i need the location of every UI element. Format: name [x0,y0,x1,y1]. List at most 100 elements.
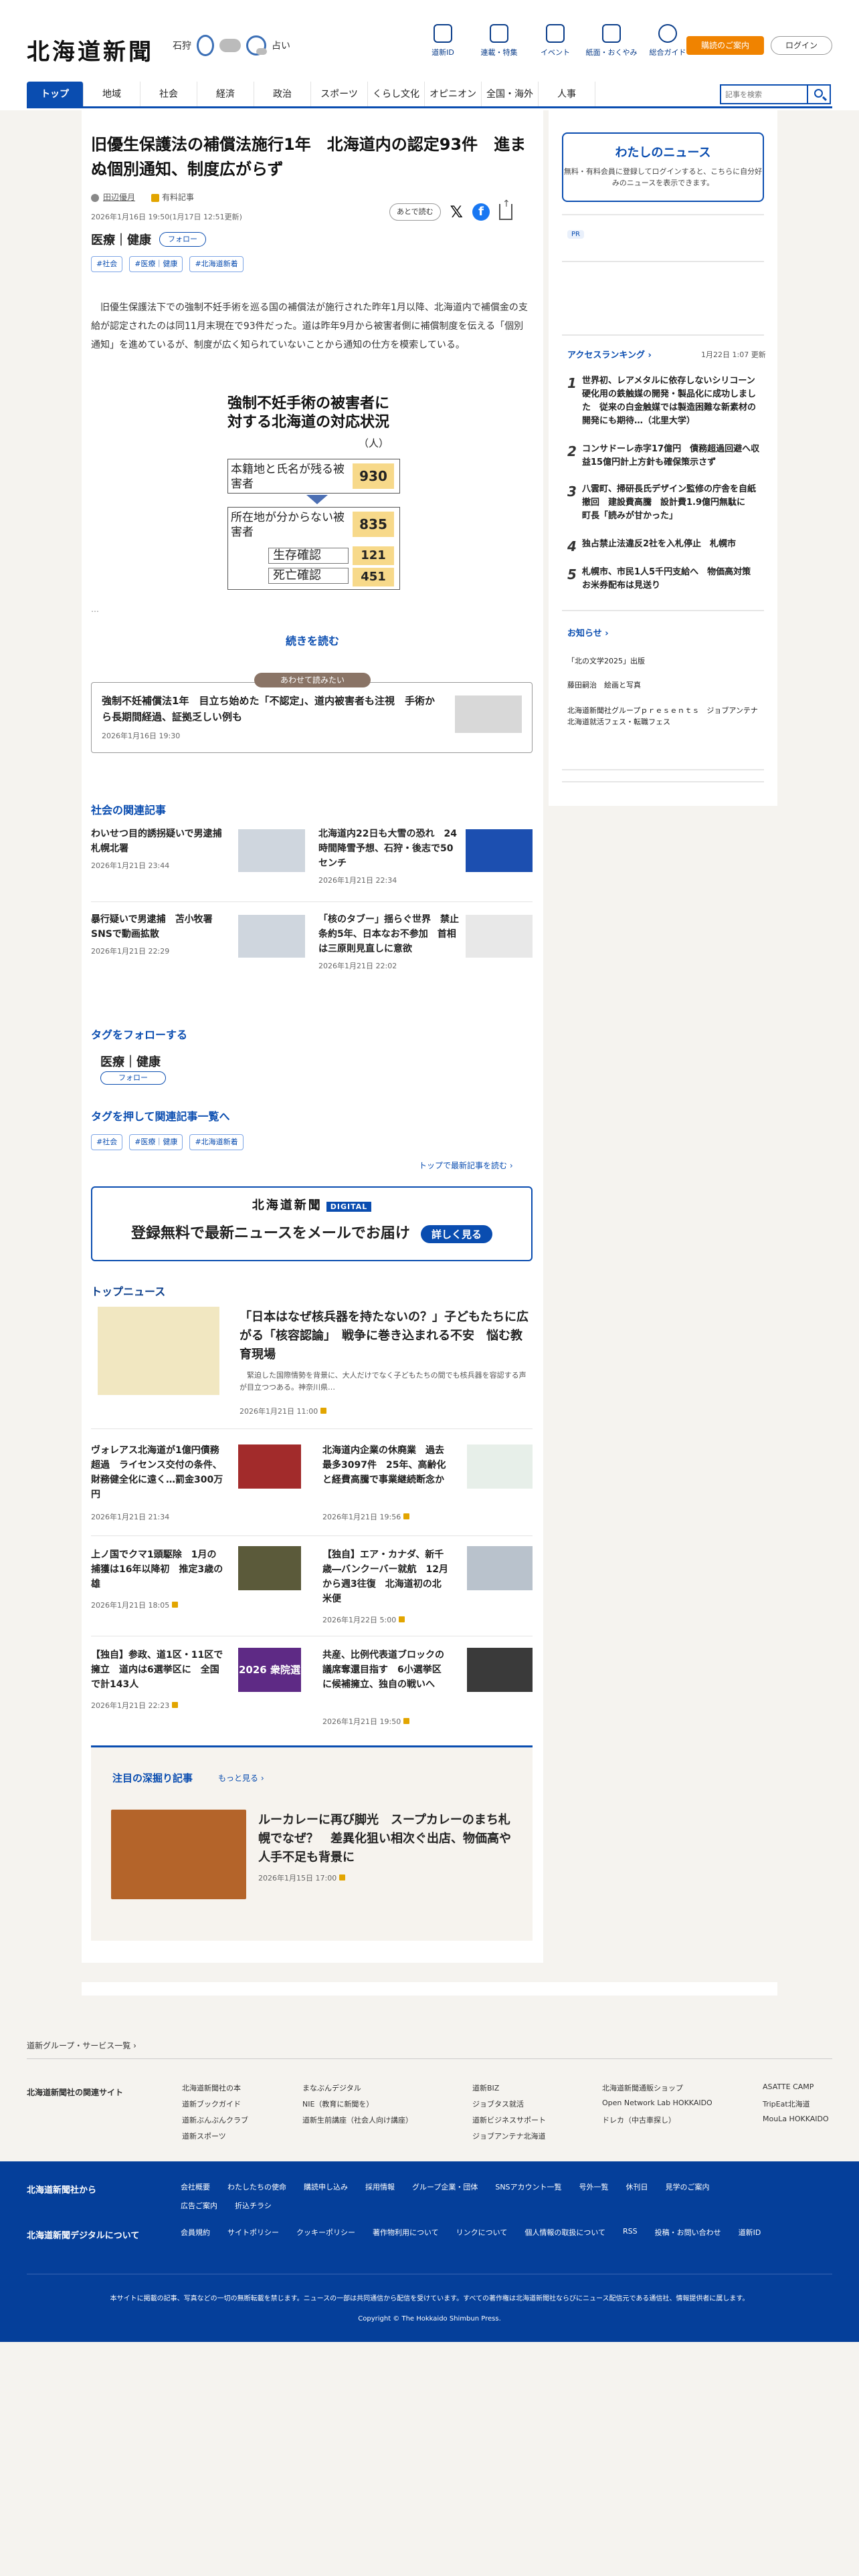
nav-top[interactable]: トップ [27,82,84,106]
footer-site-link[interactable]: 北海道新聞通販ショップ [602,2082,683,2093]
ranking-item[interactable]: 5 札幌市、市民1人5千円支給へ 物価高対策 お米券配布は見送り [567,566,763,593]
tag-medical[interactable]: #医療｜健康 [129,1134,183,1150]
top-news-item[interactable]: ヴォレアス北海道が1億円債務超過 ライセンス交付の条件、財務健全化に遠く…罰金3… [91,1443,225,1502]
ranking-item[interactable]: 3 八雲町、掃研長氏デザイン監修の庁舎を自紙撤回 建設費高騰 設計費1.9億円無駄… [567,483,763,523]
footer-site-link[interactable]: MouLa HOKKAIDO [763,2115,829,2123]
notice-item[interactable]: 「北の文学2025」出版 [567,655,763,667]
search-input[interactable] [720,84,807,104]
related-article[interactable]: 暴行疑いで男逮捕 苫小牧署 SNSで動画拡散 2026年1月21日 22:29 [91,912,305,958]
top-news-item[interactable]: 上ノ国でクマ1頭駆除 1月の捕獲は16年以降初 推定3歳の雄 [91,1547,225,1592]
top-news-thumbnail[interactable] [467,1648,533,1692]
group-services-link[interactable]: 道新グループ・サービス一覧 › [27,2040,136,2051]
util-events[interactable]: イベント [527,24,583,58]
footer-site-link[interactable]: TripEat北海道 [763,2099,810,2109]
footer-link[interactable]: 投稿・お問い合わせ [655,2227,721,2238]
subscribe-button[interactable]: 購読のご案内 [686,36,764,55]
related-article[interactable]: 北海道内22日も大雪の恐れ 24時間降雪予想、石狩・後志で50センチ 2026年… [318,827,533,885]
footer-site-link[interactable]: 道新スポーツ [182,2131,226,2141]
recommend-title[interactable]: 強制不妊補償法1年 目立ち始めた「不認定」、道内被害者も注視 手術から長期間経過… [102,693,443,725]
nav-personnel[interactable]: 人事 [539,82,595,106]
nav-life[interactable]: くらし文化 [368,82,425,106]
footer-link[interactable]: 広告ご案内 [181,2200,217,2211]
util-paper[interactable]: 紙面・おくやみ [583,24,640,58]
top-news-thumbnail[interactable] [467,1444,533,1489]
nav-society[interactable]: 社会 [140,82,197,106]
nav-sports[interactable]: スポーツ [311,82,368,106]
nav-region[interactable]: 地域 [84,82,140,106]
author-link[interactable]: 田辺優月 [91,191,135,203]
footer-site-link[interactable]: Open Network Lab HOKKAIDO [602,2099,712,2107]
ranking-item[interactable]: 1 世界初、レアメタルに依存しないシリコーン硬化用の鉄触媒の開発・製品化に成功しま… [567,374,763,428]
tag-society[interactable]: #社会 [91,256,123,272]
search-button[interactable] [807,84,831,104]
top-news-thumbnail[interactable] [467,1546,533,1590]
nav-economy[interactable]: 経済 [197,82,254,106]
top-news-item[interactable]: 【独自】参政、道1区・11区で擁立 道内は6選挙区に 全国で計143人 [91,1648,225,1692]
deep-dive-image[interactable] [111,1810,246,1899]
share-icon[interactable] [499,199,513,220]
footer-link[interactable]: 会員規約 [181,2227,210,2238]
footer-link[interactable]: 道新ID [739,2227,761,2238]
deep-dive-more[interactable]: もっと見る › [218,1772,264,1784]
footer-site-link[interactable]: 道新ビジネスサポート [472,2115,546,2125]
ranking-title[interactable]: アクセスランキング › [567,348,652,360]
read-later-button[interactable]: あとで読む [389,203,441,221]
top-news-thumbnail[interactable] [238,1444,301,1489]
tag-society[interactable]: #社会 [91,1134,123,1150]
read-more-link[interactable]: 続きを読む [0,632,625,648]
footer-link[interactable]: サイトポリシー [227,2227,279,2238]
footer-link[interactable]: 購読申し込み [304,2181,348,2192]
top-news-item[interactable]: 【独自】エア・カナダ、新千歳―バンクーバー就航 12月から週3往復 北海道初の北… [322,1547,450,1606]
banner-button[interactable]: 詳しく見る [420,1224,492,1243]
footer-link[interactable]: クッキーポリシー [296,2227,355,2238]
footer-link[interactable]: 休刊日 [626,2181,648,2192]
top-news-item[interactable]: 共産、比例代表道ブロックの議席奪還目指す 6小選挙区に候補擁立、独自の戦いへ [322,1648,450,1692]
weather-widget[interactable]: 石狩 占い [173,35,290,56]
nav-opinion[interactable]: オピニオン [425,82,482,106]
footer-link[interactable]: 個人情報の取扱について [524,2227,605,2238]
footer-site-link[interactable]: 道新ブックガイド [182,2099,241,2109]
footer-site-link[interactable]: 道新BIZ [472,2082,499,2093]
footer-link[interactable]: 採用情報 [365,2181,395,2192]
footer-site-link[interactable]: ドレカ（中古車探し） [602,2115,676,2125]
election-badge[interactable]: 2026 衆院選 [238,1648,301,1692]
related-article[interactable]: わいせつ目的誘拐疑いで男逮捕 札幌北署 2026年1月21日 23:44 [91,827,305,872]
top-news-lead-image[interactable] [98,1307,219,1395]
footer-link[interactable]: SNSアカウント一覧 [495,2181,561,2192]
ranking-item[interactable]: 2 コンサドーレ赤字17億円 債務超過回避へ収益15億円計上方針も確保策示さず [567,443,763,469]
notice-item[interactable]: 北海道新聞社グループｐｒｅｓｅｎｔｓ ジョブアンテナ北海道就活フェス・転職フェス [567,705,763,728]
footer-site-link[interactable]: 道新ぶんぶんクラブ [182,2115,248,2125]
footer-link[interactable]: 号外一覧 [579,2181,609,2192]
recommend-thumbnail[interactable] [455,695,522,733]
util-doshin-id[interactable]: 道新ID [415,24,471,58]
nav-world[interactable]: 全国・海外 [482,82,539,106]
follow-button[interactable]: フォロー [159,232,206,247]
x-share-icon[interactable]: 𝕏 [450,203,463,221]
top-latest-link[interactable]: トップで最新記事を読む › [419,1160,513,1171]
footer-site-link[interactable]: NIE（教育に新聞を） [302,2099,373,2109]
deep-dive-item-title[interactable]: ルーカレーに再び脚光 スープカレーのまち札幌でなぜ？ 差異化狙い相次ぐ出店、物価… [258,1811,516,1867]
ranking-item[interactable]: 4 独占禁止法違反2社を入札停止 札幌市 [567,538,763,555]
footer-link[interactable]: リンクについて [456,2227,508,2238]
notice-title[interactable]: お知らせ › [567,626,609,639]
login-button[interactable]: ログイン [771,36,832,55]
footer-link[interactable]: 会社概要 [181,2181,210,2192]
footer-link[interactable]: 著作物利用について [373,2227,439,2238]
top-news-thumbnail[interactable] [238,1546,301,1590]
footer-link[interactable]: RSS [623,2227,638,2238]
footer-link[interactable]: グループ企業・団体 [412,2181,478,2192]
footer-link[interactable]: わたしたちの使命 [227,2181,286,2192]
footer-link[interactable]: 折込チラシ [235,2200,272,2211]
footer-link[interactable]: 見学のご案内 [666,2181,710,2192]
footer-site-link[interactable]: ジョブアンテナ北海道 [472,2131,546,2141]
tag-medical[interactable]: #医療｜健康 [129,256,183,272]
top-news-lead-title[interactable]: 「日本はなぜ核兵器を持たないの？」子どもたちに広がる「核容認論」 戦争に巻き込ま… [240,1308,533,1364]
site-logo[interactable]: 北海道新聞 [27,33,154,66]
footer-site-link[interactable]: 北海道新聞社の本 [182,2082,241,2093]
tag-hokkaido-new[interactable]: #北海道新着 [189,1134,244,1150]
newsletter-banner[interactable]: 北海道新聞 DIGITAL 登録無料で最新ニュースをメールでお届け 詳しく見る [91,1186,533,1261]
top-news-item[interactable]: 北海道内企業の休廃業 過去最多3097件 25年、高齢化と経費高騰で事業継続断念… [322,1443,450,1487]
nav-politics[interactable]: 政治 [254,82,311,106]
footer-site-link[interactable]: ジョブタス就活 [472,2099,524,2109]
footer-site-link[interactable]: まなぶんデジタル [302,2082,361,2093]
